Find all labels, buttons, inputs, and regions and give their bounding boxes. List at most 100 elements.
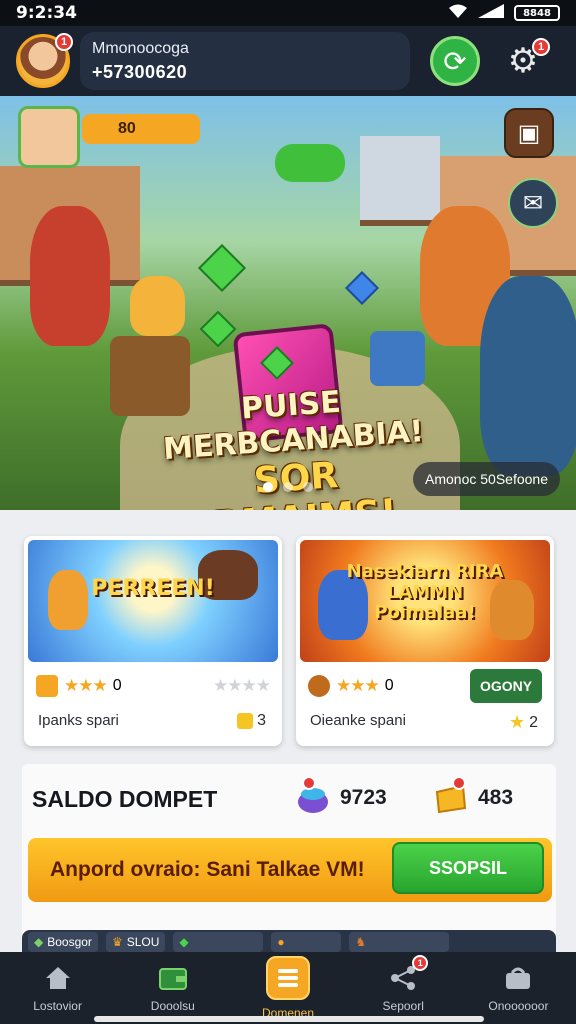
signal-icon — [476, 3, 506, 24]
trophy-icon: ♛ — [111, 935, 123, 949]
username: Mmonoocoga — [92, 40, 189, 57]
chest-icon — [36, 675, 58, 697]
nav-badge: 1 — [412, 955, 429, 971]
game-name: Oieanke spani — [310, 712, 406, 729]
rating-text: 0 — [384, 677, 394, 694]
hero-character-player — [480, 276, 576, 476]
nav-item-shop[interactable]: Onoooooor — [461, 952, 576, 1024]
app-screen: 9:2:34 8848 1 Mmonoocoga +57300620 ⟳ ⚙ 1 — [0, 0, 576, 1024]
shield-icon: ◆ — [34, 935, 44, 949]
deposit-button[interactable]: SSOPSIL — [392, 842, 544, 894]
game-count: ★ 2 — [509, 712, 538, 733]
stat-badge — [452, 776, 466, 790]
status-icons: 8848 — [448, 3, 560, 24]
gold-icon — [434, 776, 468, 814]
clock: 9:2:34 — [16, 3, 77, 23]
rating-text: 0 — [112, 677, 122, 694]
wallet-section: SALDO DOMPET 9723 483 Anpord ovraio: San… — [22, 764, 556, 938]
carousel-dot[interactable] — [283, 482, 293, 492]
carousel-dot[interactable] — [263, 482, 273, 492]
user-panel[interactable]: Mmonoocoga +57300620 — [80, 32, 410, 90]
wallet-stat2-value: 483 — [478, 786, 514, 809]
game-thumbnail: Nasekiarn RIRA LAMMN Poimalaa! — [300, 540, 550, 662]
status-bar: 9:2:34 8848 — [0, 0, 576, 26]
rating-stars-empty: ★★★★ — [213, 676, 271, 695]
gift-icon: ▣ — [517, 119, 541, 147]
side-button-chat[interactable]: ✉ — [508, 178, 558, 228]
side-button-gift[interactable]: ▣ — [504, 108, 554, 158]
category-chip[interactable]: ♛ SLOU — [105, 932, 166, 952]
game-name: Ipanks spari — [38, 712, 119, 729]
chat-icon: ✉ — [522, 189, 544, 217]
game-cards: PERREEN! ★★★ 0 ★★★★ Ipanks spari 3 Nasek… — [24, 536, 554, 746]
avatar[interactable]: 1 — [16, 33, 73, 88]
promo-text: Anpord ovraio: Sani Talkae VM! — [50, 858, 365, 881]
wallet-title: SALDO DOMPET — [32, 786, 218, 812]
nav-item-share[interactable]: 1 Sepoorl — [346, 952, 461, 1024]
wallet-icon — [156, 963, 190, 993]
share-icon: 1 — [386, 955, 429, 993]
nav-item-home[interactable]: Lostovior — [0, 952, 115, 1024]
avatar-badge: 1 — [55, 33, 73, 51]
nav-item-wallet[interactable]: Dooolsu — [115, 952, 230, 1024]
carousel-dot[interactable] — [303, 482, 313, 492]
gem-icon — [345, 271, 379, 305]
game-count: 3 — [237, 712, 266, 730]
chip-label: SLOU — [126, 935, 160, 949]
thumb-title: Nasekiarn RIRA LAMMN Poimalaa! — [346, 561, 504, 624]
settings-button[interactable]: ⚙ 1 — [498, 36, 550, 86]
menu-icon — [266, 956, 310, 1000]
settings-badge: 1 — [532, 38, 550, 56]
coin-icon: ● — [277, 935, 285, 949]
promo-banner[interactable]: Anpord ovraio: Sani Talkae VM! SSOPSIL — [28, 838, 552, 902]
robot-figure — [370, 331, 425, 386]
wallet-stat-gold[interactable]: 483 — [434, 776, 514, 814]
chip-label: Boosgor — [47, 935, 92, 949]
nav-label: Sepoorl — [382, 999, 424, 1013]
category-chip[interactable]: ◆ — [173, 932, 264, 952]
gem-icon: ◆ — [179, 935, 189, 949]
nav-label: Onoooooor — [488, 999, 549, 1013]
category-chip[interactable]: ◆ Boosgor — [28, 932, 98, 952]
wallet-stat1-value: 9723 — [340, 786, 387, 809]
rating-row: ★★★ 0 OGONY — [308, 669, 542, 703]
battery-icon: 8848 — [514, 5, 560, 21]
coins-value: 80 — [118, 120, 136, 137]
play-button[interactable]: OGONY — [470, 669, 542, 703]
balance: +57300620 — [92, 62, 188, 82]
gem-icon — [199, 310, 237, 348]
wallet-stat-gems[interactable]: 9723 — [296, 776, 387, 814]
potion-icon — [296, 776, 330, 814]
cannon-figure — [275, 144, 345, 182]
coins-bar: 80 — [82, 114, 200, 144]
pot-icon — [308, 675, 330, 697]
header: 1 Mmonoocoga +57300620 ⟳ ⚙ 1 — [0, 26, 576, 96]
category-chip[interactable]: ● — [271, 932, 342, 952]
refresh-button[interactable]: ⟳ — [430, 36, 480, 86]
rating-stars: ★★★ — [64, 676, 108, 695]
player-mini-card[interactable] — [18, 106, 80, 168]
hero-banner[interactable]: 80 ▣ ✉ PUISE MERBCANABIA! SOR IRMAIMS! A… — [0, 96, 576, 510]
thumb-title: PERREEN! — [91, 576, 215, 601]
game-count-value: 3 — [257, 712, 266, 729]
category-chip[interactable]: ♞ — [349, 932, 450, 952]
gesture-bar[interactable] — [94, 1016, 484, 1022]
bottom-nav: Lostovior Dooolsu Domenen 1 Sepoorl Onoo… — [0, 952, 576, 1024]
rating-stars: ★★★ — [336, 676, 380, 695]
shop-icon — [501, 963, 535, 993]
rating-row: ★★★ 0 ★★★★ — [36, 674, 271, 698]
game-count-value: 2 — [529, 713, 538, 731]
house-back — [360, 136, 440, 226]
nav-item-main[interactable]: Domenen — [230, 952, 345, 1024]
home-icon — [41, 963, 75, 993]
gem-icon — [197, 243, 247, 293]
coin-icon — [237, 713, 254, 729]
game-card[interactable]: PERREEN! ★★★ 0 ★★★★ Ipanks spari 3 — [24, 536, 282, 746]
game-thumbnail: PERREEN! — [28, 540, 278, 662]
stat-badge — [302, 776, 316, 790]
nav-label: Lostovior — [33, 999, 82, 1013]
carousel-dots — [0, 482, 576, 492]
star-icon: ★ — [508, 712, 526, 732]
character-icon: ♞ — [355, 935, 367, 949]
game-card[interactable]: Nasekiarn RIRA LAMMN Poimalaa! ★★★ 0 OGO… — [296, 536, 554, 746]
